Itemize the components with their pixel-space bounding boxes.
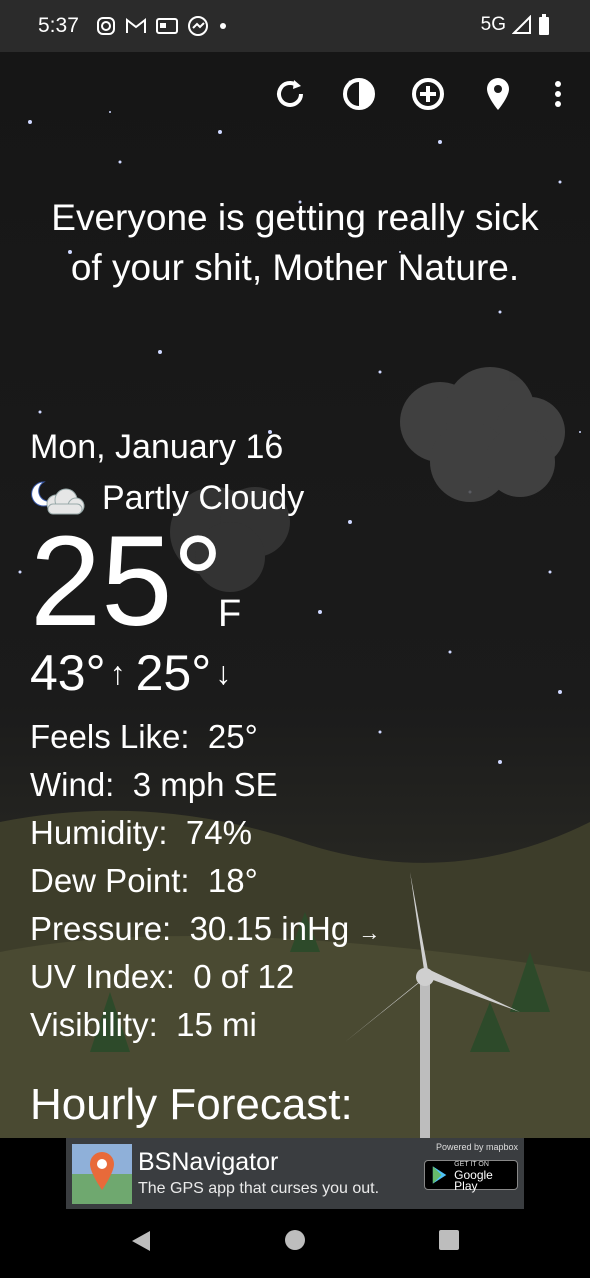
dew-point-row: Dew Point: 18° (30, 857, 380, 905)
recents-icon (439, 1230, 459, 1250)
notification-icons (96, 15, 228, 37)
ad-banner[interactable]: BSNavigator The GPS app that curses you … (66, 1138, 524, 1209)
forecast-date: Mon, January 16 (30, 428, 284, 466)
detail-label: Pressure: (30, 910, 172, 947)
google-play-badge[interactable]: GET IT ON Google Play (424, 1160, 518, 1193)
detail-value: 30.15 inHg (189, 910, 350, 947)
network-label: 5G (480, 14, 506, 35)
current-temperature: 25° (30, 510, 224, 653)
add-location-icon (412, 78, 444, 110)
temperature-unit: F (218, 593, 242, 635)
detail-label: Feels Like: (30, 718, 190, 755)
more-options-icon (555, 81, 561, 107)
refresh-icon (277, 80, 303, 107)
back-icon (132, 1231, 150, 1251)
recents-button[interactable] (438, 1229, 460, 1256)
messenger-icon (188, 16, 208, 36)
detail-label: Dew Point: (30, 862, 190, 899)
detail-value: 0 of 12 (193, 958, 295, 995)
map-pin-icon (72, 1144, 132, 1204)
location-pin-icon (487, 78, 509, 110)
feels-like-row: Feels Like: 25° (30, 713, 380, 761)
status-bar: 5:37 5G (0, 0, 590, 52)
location-button[interactable] (478, 72, 518, 116)
humidity-row: Humidity: 74% (30, 809, 380, 857)
weather-details: Feels Like: 25° Wind: 3 mph SE Humidity:… (30, 713, 380, 1049)
navigation-bar (0, 1209, 590, 1278)
top-toolbar (0, 72, 590, 116)
add-location-button[interactable] (408, 72, 448, 116)
theme-toggle-button[interactable] (339, 72, 379, 116)
detail-value: 25° (207, 718, 258, 755)
theme-toggle-icon (343, 78, 375, 110)
detail-value: 15 mi (176, 1006, 257, 1043)
status-right: 5G (481, 14, 550, 36)
up-arrow-icon: ↑ (109, 655, 126, 691)
ad-app-name: BSNavigator (138, 1148, 279, 1176)
low-temperature: 25° (135, 645, 212, 701)
uv-index-row: UV Index: 0 of 12 (30, 953, 380, 1001)
home-button[interactable] (284, 1229, 306, 1256)
home-icon (285, 1230, 305, 1250)
refresh-button[interactable] (270, 72, 310, 116)
dot-icon (220, 23, 226, 29)
ad-app-icon (72, 1144, 132, 1204)
high-temperature: 43° (30, 645, 106, 701)
signal-icon (512, 15, 531, 34)
hourly-forecast-title: Hourly Forecast: (30, 1080, 353, 1129)
detail-label: Visibility: (30, 1006, 158, 1043)
detail-value: 18° (207, 862, 258, 899)
play-store-icon (432, 1166, 447, 1184)
weather-phrase: Everyone is getting really sick of your … (51, 197, 539, 288)
visibility-row: Visibility: 15 mi (30, 1001, 380, 1049)
status-time: 5:37 (38, 14, 79, 37)
wind-row: Wind: 3 mph SE (30, 761, 380, 809)
battery-icon (539, 14, 549, 35)
back-button[interactable] (130, 1229, 152, 1258)
detail-label: UV Index: (30, 958, 175, 995)
news-icon (156, 18, 178, 34)
down-arrow-icon: ↓ (215, 655, 232, 691)
pressure-trend-icon: → (358, 920, 381, 945)
more-options-button[interactable] (538, 72, 578, 116)
play-store-name: Google Play (454, 1167, 493, 1193)
detail-value: 3 mph SE (132, 766, 278, 803)
detail-label: Humidity: (30, 814, 168, 851)
detail-value: 74% (185, 814, 252, 851)
ad-tagline: The GPS app that curses you out. (138, 1180, 380, 1197)
instagram-icon (97, 17, 115, 35)
gmail-icon (126, 17, 146, 33)
high-low-row: 43° ↑ 25° ↓ (30, 645, 241, 701)
pressure-row: Pressure: 30.15 inHg → (30, 905, 380, 953)
ad-powered-by: Powered by mapbox (435, 1142, 518, 1152)
detail-label: Wind: (30, 766, 115, 803)
cloud-graphic (400, 367, 565, 502)
